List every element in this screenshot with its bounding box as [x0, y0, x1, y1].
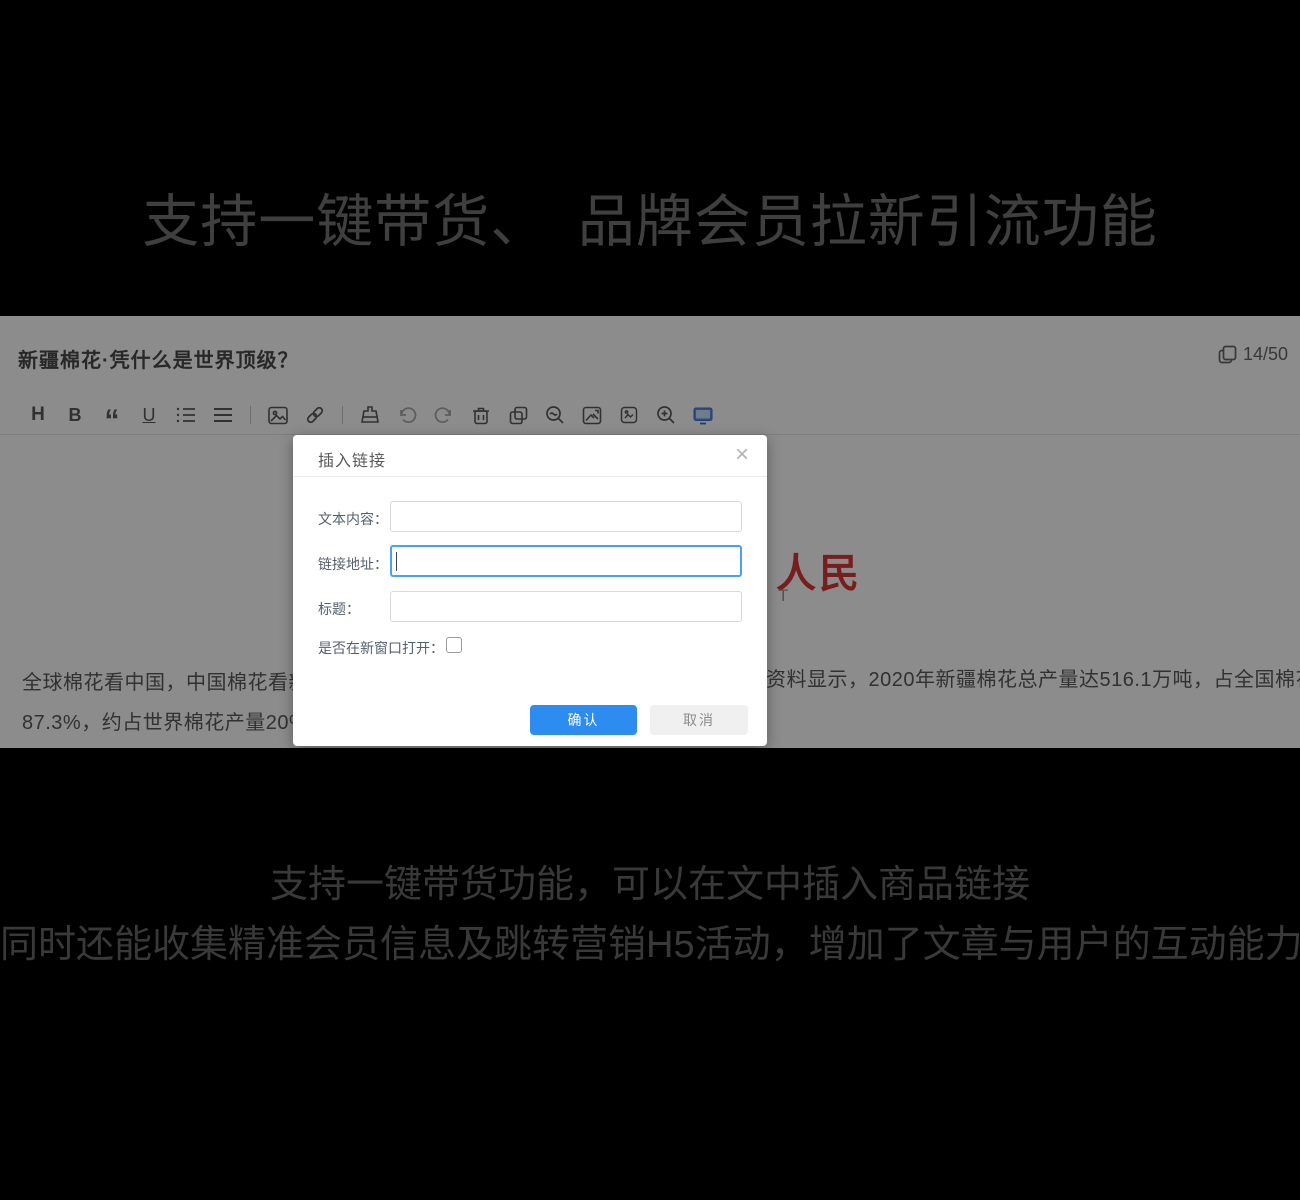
link-address-input[interactable] — [390, 545, 742, 577]
close-icon[interactable]: × — [731, 441, 753, 469]
confirm-button[interactable]: 确认 — [530, 705, 637, 735]
text-caret — [396, 552, 397, 571]
cancel-button[interactable]: 取消 — [650, 705, 748, 735]
editor-screenshot: 新疆棉花·凭什么是世界顶级？ 14/50 H B “ U — [0, 316, 1300, 748]
insert-link-modal: 插入链接 × 文本内容： 链接地址： 标题： 是否在新窗口打开： 确认 取消 — [293, 435, 767, 746]
modal-title: 插入链接 — [318, 447, 386, 471]
link-address-label: 链接地址： — [318, 554, 388, 574]
hero-title: 支持一键带货、 品牌会员拉新引流功能 — [0, 176, 1300, 258]
open-new-window-label: 是否在新窗口打开： — [318, 638, 444, 658]
title-input[interactable] — [390, 591, 742, 622]
text-content-input[interactable] — [390, 501, 742, 532]
title-label: 标题： — [318, 599, 360, 619]
text-content-label: 文本内容： — [318, 509, 388, 529]
open-new-window-checkbox[interactable] — [446, 637, 462, 653]
caption-line-2: 同时还能收集精准会员信息及跳转营销H5活动，增加了文章与用户的互动能力 — [0, 913, 1300, 968]
caption-line-1: 支持一键带货功能，可以在文中插入商品链接 — [0, 853, 1300, 908]
modal-header: 插入链接 × — [293, 435, 767, 477]
